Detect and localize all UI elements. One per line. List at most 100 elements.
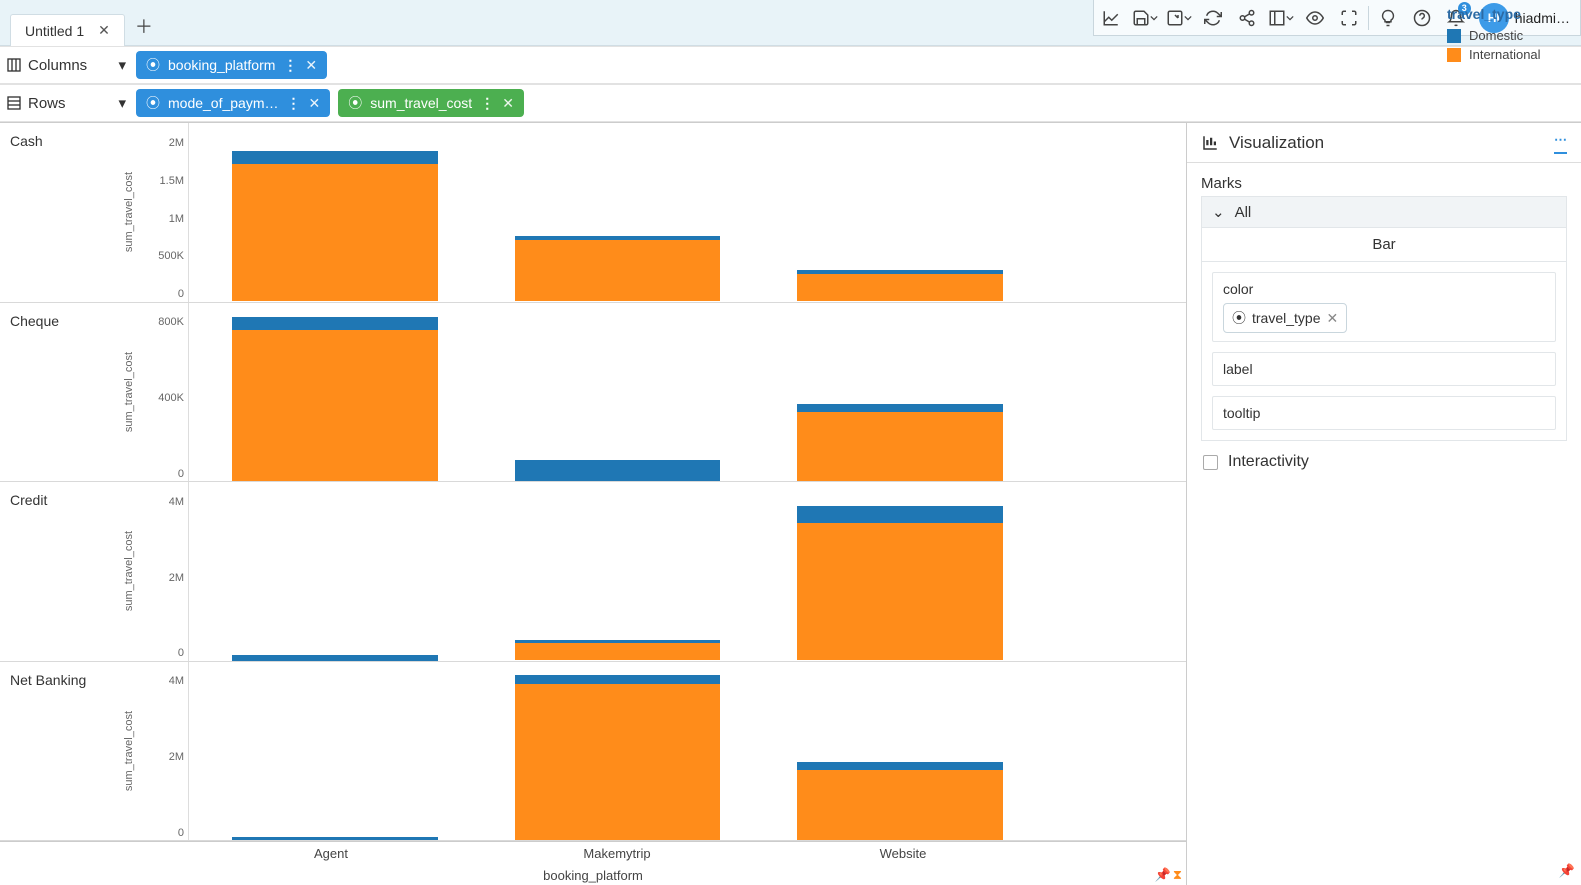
layout-icon[interactable] [1264, 0, 1298, 36]
bar[interactable] [515, 460, 721, 481]
facet-row: Chequesum_travel_cost0400K800K [0, 303, 1186, 483]
tab-strip: Untitled 1 ✕ ＋ [0, 0, 1093, 46]
more-icon[interactable]: ⋯ [1554, 132, 1567, 154]
facets: travel_type Domestic International Cashs… [0, 123, 1186, 841]
bar[interactable] [515, 675, 721, 840]
bar-segment-international[interactable] [232, 164, 438, 301]
pin-icon[interactable]: 📌 [1155, 867, 1171, 883]
chevron-down-icon[interactable]: ▾ [118, 56, 126, 74]
bar[interactable] [797, 270, 1003, 302]
pill-booking-platform[interactable]: ⦿ booking_platform ⋮ ✕ [136, 51, 327, 79]
bar-segment-domestic[interactable] [515, 460, 721, 481]
y-tick: 1.5M [160, 175, 184, 187]
y-tick: 400K [158, 392, 184, 404]
marks-card: Bar color ⦿ travel_type ✕ label tooltip [1201, 227, 1567, 441]
bar-segment-domestic[interactable] [232, 317, 438, 331]
pill-remove-icon[interactable]: ✕ [502, 95, 514, 112]
help-icon[interactable] [1405, 0, 1439, 36]
y-tick: 2M [169, 572, 184, 584]
bar[interactable] [232, 151, 438, 302]
y-tick: 0 [178, 827, 184, 839]
bar-segment-international[interactable] [515, 240, 721, 302]
bar-segment-international[interactable] [797, 523, 1003, 660]
reset-icon[interactable]: ⧗ [1173, 867, 1182, 883]
chevron-down-icon[interactable]: ▾ [118, 94, 126, 112]
chart-area: travel_type Domestic International Cashs… [0, 123, 1187, 885]
save-icon[interactable] [1128, 0, 1162, 36]
pin-icon[interactable]: 📌 [1559, 863, 1575, 879]
bar[interactable] [232, 837, 438, 840]
bar[interactable] [797, 506, 1003, 660]
marks-all-toggle[interactable]: ⌄ All [1201, 196, 1567, 228]
bar-segment-international[interactable] [515, 684, 721, 840]
pill-menu-icon[interactable]: ⋮ [283, 57, 297, 74]
pill-sum-travel-cost[interactable]: ⦿ sum_travel_cost ⋮ ✕ [338, 89, 524, 117]
bar[interactable] [232, 317, 438, 482]
fullscreen-icon[interactable] [1332, 0, 1366, 36]
plot [188, 303, 1046, 482]
check-circle-icon: ⦿ [146, 55, 160, 75]
x-axis: AgentMakemytripWebsite booking_platform … [0, 841, 1186, 885]
tooltip-dropzone[interactable]: tooltip [1212, 396, 1556, 430]
columns-label: Columns ▾ [6, 56, 136, 74]
rows-icon [6, 95, 22, 111]
pill-remove-icon[interactable]: ✕ [309, 95, 321, 112]
refresh-icon[interactable] [1196, 0, 1230, 36]
bar[interactable] [232, 655, 438, 660]
share-icon[interactable] [1230, 0, 1264, 36]
columns-shelf[interactable]: Columns ▾ ⦿ booking_platform ⋮ ✕ [0, 46, 1581, 84]
bar-segment-domestic[interactable] [232, 837, 438, 840]
bar-segment-international[interactable] [797, 274, 1003, 301]
y-tick: 0 [178, 468, 184, 480]
color-dropzone[interactable]: color ⦿ travel_type ✕ [1212, 272, 1556, 342]
x-tick: Makemytrip [474, 842, 760, 861]
rows-shelf[interactable]: Rows ▾ ⦿ mode_of_paym… ⋮ ✕ ⦿ sum_travel_… [0, 84, 1581, 122]
chip-travel-type[interactable]: ⦿ travel_type ✕ [1223, 303, 1347, 333]
line-chart-icon[interactable] [1094, 0, 1128, 36]
bar-segment-international[interactable] [232, 330, 438, 481]
visualization-panel: Visualization ⋯ Marks ⌄ All Bar color ⦿ … [1187, 123, 1581, 885]
bar-segment-domestic[interactable] [515, 675, 721, 684]
legend: travel_type Domestic International [1447, 6, 1577, 66]
chip-remove-icon[interactable]: ✕ [1326, 310, 1338, 327]
y-axis-label: sum_travel_cost [123, 352, 135, 432]
label-dropzone[interactable]: label [1212, 352, 1556, 386]
bar-segment-domestic[interactable] [797, 506, 1003, 523]
interactivity-toggle[interactable]: Interactivity [1187, 441, 1581, 483]
bar[interactable] [797, 404, 1003, 481]
bar-segment-international[interactable] [515, 643, 721, 660]
y-axis-label: sum_travel_cost [123, 172, 135, 252]
marks-label: Marks [1201, 171, 1567, 196]
worksheet-tab[interactable]: Untitled 1 ✕ [10, 14, 125, 46]
y-tick: 2M [169, 137, 184, 149]
main-area: travel_type Domestic International Cashs… [0, 123, 1581, 885]
hint-icon[interactable] [1371, 0, 1405, 36]
x-tick: Website [760, 842, 1046, 861]
add-tab-button[interactable]: ＋ [135, 13, 153, 39]
close-icon[interactable]: ✕ [98, 22, 110, 39]
preview-icon[interactable] [1298, 0, 1332, 36]
bar-segment-domestic[interactable] [797, 404, 1003, 413]
checkbox-icon[interactable] [1203, 455, 1218, 470]
bar[interactable] [515, 640, 721, 661]
y-tick: 4M [169, 675, 184, 687]
legend-title: travel_type [1447, 6, 1577, 22]
legend-item-international[interactable]: International [1447, 47, 1577, 62]
plot [188, 662, 1046, 841]
bar[interactable] [797, 762, 1003, 840]
export-icon[interactable] [1162, 0, 1196, 36]
pill-mode-of-payment[interactable]: ⦿ mode_of_paym… ⋮ ✕ [136, 89, 330, 117]
bar-segment-domestic[interactable] [232, 151, 438, 165]
bar[interactable] [515, 236, 721, 302]
pill-menu-icon[interactable]: ⋮ [287, 95, 301, 112]
facet-row: Net Bankingsum_travel_cost02M4M [0, 662, 1186, 842]
pill-remove-icon[interactable]: ✕ [305, 57, 317, 74]
bar-segment-international[interactable] [797, 770, 1003, 840]
legend-item-domestic[interactable]: Domestic [1447, 28, 1577, 43]
pill-menu-icon[interactable]: ⋮ [480, 95, 494, 112]
bar-segment-international[interactable] [797, 412, 1003, 481]
plot [188, 123, 1046, 302]
mark-type-selector[interactable]: Bar [1202, 228, 1566, 262]
bar-segment-domestic[interactable] [797, 762, 1003, 770]
bar-segment-domestic[interactable] [232, 655, 438, 660]
